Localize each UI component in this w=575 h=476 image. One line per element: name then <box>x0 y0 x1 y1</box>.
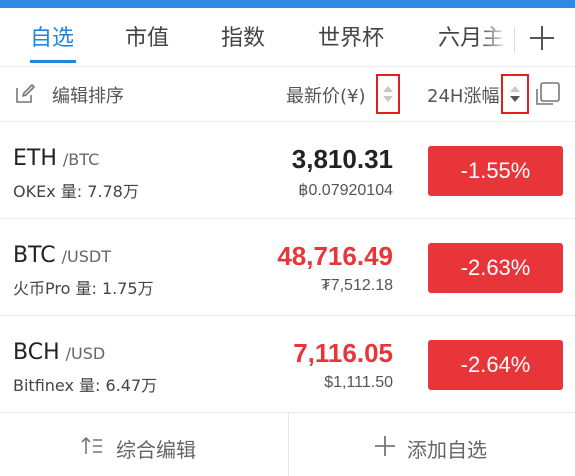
change-column-header[interactable]: 24H涨幅 <box>427 82 499 108</box>
sort-up-icon <box>383 86 393 92</box>
category-tabs: 自选 市值 指数 世界杯 六月主 <box>0 8 575 66</box>
sort-edit-icon <box>81 436 102 454</box>
plus-icon[interactable] <box>528 24 556 52</box>
sort-up-icon <box>510 86 520 92</box>
sort-down-icon <box>510 96 520 102</box>
change-badge[interactable]: -2.64% <box>428 340 563 390</box>
quote-price: ฿0.07920104 <box>298 182 393 199</box>
quote-price: ₮7,512.18 <box>320 277 393 294</box>
price-column-header[interactable]: 最新价(¥) <box>286 82 366 108</box>
batch-edit-label: 综合编辑 <box>116 438 196 462</box>
list-item[interactable]: ETH/BTC OKEx 量: 7.78万 3,810.31 ฿0.079201… <box>0 122 575 218</box>
quote-symbol: /USD <box>65 344 106 363</box>
sort-arrows-icon[interactable] <box>501 74 529 114</box>
pair-symbol: ETH/BTC <box>13 146 99 171</box>
latest-price: 3,810.31 <box>291 144 393 174</box>
list-item[interactable]: BTC/USDT 火币Pro 量: 1.75万 48,716.49 ₮7,512… <box>0 219 575 315</box>
tab-watchlist[interactable]: 自选 <box>30 20 74 52</box>
layout-switch-icon[interactable] <box>533 79 563 107</box>
exchange-volume: 火币Pro 量: 1.75万 <box>13 279 154 298</box>
exchange-volume: Bitfinex 量: 6.47万 <box>13 376 158 395</box>
sort-down-icon <box>383 96 393 102</box>
tab-index[interactable]: 指数 <box>221 20 265 52</box>
bottom-action-bar: 综合编辑 添加自选 <box>0 412 575 476</box>
latest-price: 48,716.49 <box>277 241 393 271</box>
pair-symbol: BCH/USD <box>13 340 105 365</box>
change-badge[interactable]: -1.55% <box>428 146 563 196</box>
column-header: 编辑排序 最新价(¥) 24H涨幅 <box>0 67 575 121</box>
tab-market-cap[interactable]: 市值 <box>125 20 169 52</box>
exchange-volume: OKEx 量: 7.78万 <box>13 182 139 201</box>
top-accent-bar <box>0 0 575 8</box>
tab-world-cup[interactable]: 世界杯 <box>318 20 384 52</box>
sort-arrows-icon[interactable] <box>376 74 400 114</box>
add-icon <box>375 436 395 456</box>
add-watchlist-button[interactable]: 添加自选 <box>289 413 575 476</box>
tab-separator <box>514 26 515 54</box>
batch-edit-button[interactable]: 综合编辑 <box>0 413 287 476</box>
add-watchlist-label: 添加自选 <box>407 438 487 462</box>
tab-overflow-fade <box>480 8 516 66</box>
edit-icon[interactable] <box>14 83 36 105</box>
active-tab-indicator <box>30 60 76 63</box>
pair-symbol: BTC/USDT <box>13 243 111 268</box>
edit-sort-label[interactable]: 编辑排序 <box>52 82 124 108</box>
change-badge[interactable]: -2.63% <box>428 243 563 293</box>
base-symbol: BTC <box>13 243 56 268</box>
latest-price: 7,116.05 <box>293 338 393 368</box>
list-item[interactable]: BCH/USD Bitfinex 量: 6.47万 7,116.05 $1,11… <box>0 316 575 412</box>
quote-symbol: /BTC <box>62 150 100 169</box>
base-symbol: BCH <box>13 340 60 365</box>
quote-symbol: /USDT <box>61 247 111 266</box>
base-symbol: ETH <box>13 146 57 171</box>
quote-price: $1,111.50 <box>324 374 393 391</box>
